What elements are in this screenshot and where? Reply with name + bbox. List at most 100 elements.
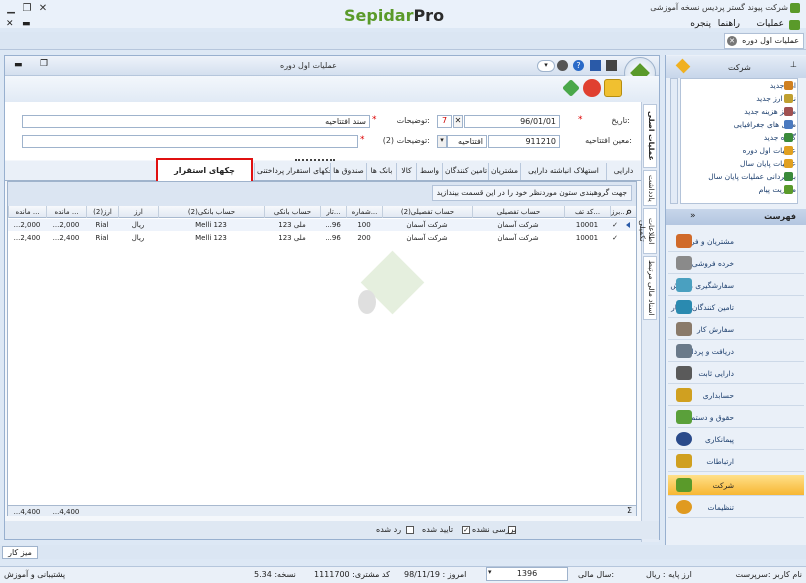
base-currency: ارز پایه : ریال xyxy=(646,570,692,579)
row-balance-2: ...2,000 xyxy=(13,221,41,229)
accounting-icon xyxy=(676,388,692,402)
row-bank-account: ملی 123 xyxy=(278,221,306,229)
customer-code: کد مشتری: 1111700 xyxy=(314,570,390,579)
col-detail-account[interactable]: حساب تفصیلی xyxy=(472,206,564,218)
pin-icon[interactable]: ⊥ xyxy=(790,60,797,69)
opening-code-input[interactable]: 911210 xyxy=(488,135,560,148)
col-balance[interactable]: مانده ... xyxy=(46,206,86,218)
approved-label: تایید شده xyxy=(422,525,454,534)
tab-goods[interactable]: کالا xyxy=(396,163,416,180)
table-row[interactable]: ✓ 10001 شرکت آسمان شرکت آسمان 200 ...96 … xyxy=(8,232,636,244)
sigma-icon: Σ xyxy=(626,506,632,515)
tab-payable-checks[interactable]: چکهای استقرار پرداختنی xyxy=(254,163,330,180)
tab-banks[interactable]: بانک ها xyxy=(366,163,396,180)
tab-assets[interactable]: دارایی xyxy=(606,163,640,180)
window-title: عملیات اول دوره xyxy=(280,61,337,70)
approved-checkbox[interactable]: ✓ xyxy=(462,526,470,534)
row-reviewed-check[interactable]: ✓ xyxy=(608,219,622,231)
row-reviewed-check[interactable]: ✓ xyxy=(608,232,622,244)
tab-customers[interactable]: مشتریان xyxy=(488,163,520,180)
opening-name-input[interactable]: افتتاحیه xyxy=(447,135,487,148)
col-currency[interactable]: ارز xyxy=(118,206,158,218)
app-title: شرکت پیوند گستر پردیس نسخه آموزشی xyxy=(650,3,788,12)
currency-icon xyxy=(784,81,793,90)
menu-app-icon xyxy=(789,20,800,30)
row-detail-code: 10001 xyxy=(575,234,599,242)
sidebar-scrollbar[interactable] xyxy=(670,78,678,204)
row-indicator-icon xyxy=(626,222,630,228)
col-bank-account-2[interactable]: حساب بانکی(2) xyxy=(158,206,264,218)
desc2-label: توضیحات (2): xyxy=(382,136,430,145)
sidebar-title: شرکت xyxy=(728,63,751,72)
col-number[interactable]: شماره... xyxy=(346,206,382,218)
menu-operations[interactable]: عملیات xyxy=(757,19,784,29)
help-icon[interactable]: ? xyxy=(573,60,584,71)
footer-balance-2: ...4,400 xyxy=(13,508,41,516)
row-date: ...96 xyxy=(325,221,341,229)
fiscal-year-dropdown-icon[interactable]: ▾ xyxy=(488,568,492,576)
sidebar-item-revert-closing[interactable]: بازگردانی عملیات پایان سال xyxy=(708,170,796,183)
edit-icon[interactable] xyxy=(604,79,622,97)
dropdown-icon[interactable]: ▾ xyxy=(537,60,555,72)
cost-center-icon xyxy=(784,107,793,116)
today-date: امروز : 98/11/19 xyxy=(404,570,467,579)
rejected-checkbox[interactable] xyxy=(406,526,414,534)
tab-intermediary[interactable]: واسط xyxy=(416,163,442,180)
grid-footer: Σ ...4,400 ...4,400 xyxy=(8,505,636,516)
tab-accumulated-depreciation[interactable]: استهلاک انباشته دارایی xyxy=(520,163,606,180)
calendar-icon[interactable]: 7 xyxy=(437,115,452,128)
row-bank-account: ملی 123 xyxy=(278,234,306,242)
grid-search-icon[interactable]: ⌕ xyxy=(626,205,632,219)
col-currency-2[interactable]: ارز(2) xyxy=(86,206,118,218)
opening-icon xyxy=(784,146,793,155)
mdi-close-icon[interactable]: ✕ xyxy=(6,19,14,29)
col-date[interactable]: تار... xyxy=(320,206,346,218)
mdi-minimize-icon[interactable]: ▬ xyxy=(22,19,31,29)
col-bank-account[interactable]: حساب بانکی xyxy=(264,206,320,218)
col-balance-2[interactable]: مانده ... xyxy=(8,206,46,218)
minimize-icon[interactable]: ▁ xyxy=(4,3,18,15)
row-currency: ریال xyxy=(131,234,145,242)
work-order-icon xyxy=(676,322,692,336)
vtab-extra-info[interactable]: اطلاعات تکمیلی xyxy=(638,208,657,254)
collapse-icon[interactable]: » xyxy=(690,211,696,221)
revert-icon xyxy=(784,172,793,181)
desk-button[interactable]: میز کار xyxy=(2,546,38,559)
splitter-handle[interactable] xyxy=(295,159,335,161)
col-detail-account-2[interactable]: حساب تفصیلی(2) xyxy=(382,206,472,218)
table-row[interactable]: ✓ 10001 شرکت آسمان شرکت آسمان 100 ...96 … xyxy=(8,219,636,231)
col-detail-code[interactable]: کد تف... xyxy=(564,206,610,218)
menu-window[interactable]: پنجره xyxy=(690,19,711,29)
save-icon[interactable] xyxy=(590,60,601,71)
col-reviewed[interactable]: برز... xyxy=(610,206,624,218)
desc-input[interactable]: سند افتتاحیه xyxy=(22,115,370,128)
fiscal-year-select[interactable]: 1396 xyxy=(486,567,568,581)
app-icon xyxy=(790,3,800,13)
fiscal-year-label: سال مالی: xyxy=(578,570,615,579)
restore-icon[interactable]: ❐ xyxy=(20,3,34,15)
settings-icon[interactable] xyxy=(557,60,568,71)
tab-suppliers[interactable]: تامین کنندگان xyxy=(442,163,488,180)
inventory-icon xyxy=(676,300,692,314)
sidebar-section-list[interactable]: فهرست xyxy=(666,209,806,225)
print-icon[interactable] xyxy=(606,60,617,71)
group-hint[interactable]: جهت گروهبندی ستون موردنظر خود را در این … xyxy=(431,185,632,201)
close-icon[interactable]: ✕ xyxy=(36,3,50,15)
closing-icon xyxy=(784,159,793,168)
support-link[interactable]: پشتیبانی و آموزش xyxy=(4,570,65,579)
desc2-input[interactable] xyxy=(22,135,358,148)
vtab-main-ops[interactable]: عملیات اصلی xyxy=(643,104,657,168)
window-restore-icon[interactable]: ❐ xyxy=(40,59,48,69)
delete-icon[interactable] xyxy=(583,79,601,97)
vtab-notes[interactable]: یادداشت xyxy=(643,170,657,206)
menu-help[interactable]: راهنما xyxy=(718,19,740,29)
vtab-related-docs[interactable]: اسناد مالی مرتبط xyxy=(643,256,657,320)
opening-dropdown-icon[interactable]: ▾ xyxy=(437,135,447,148)
date-input[interactable]: 96/01/01 xyxy=(464,115,560,128)
orders-icon xyxy=(676,278,692,292)
doc-tab-close-icon[interactable]: ✕ xyxy=(727,36,737,46)
window-minimize-icon[interactable]: ▬ xyxy=(14,60,23,70)
tab-cash-boxes[interactable]: صندوق ها xyxy=(330,163,366,180)
globe-icon xyxy=(784,120,793,129)
date-clear-icon[interactable]: ✕ xyxy=(453,115,463,128)
